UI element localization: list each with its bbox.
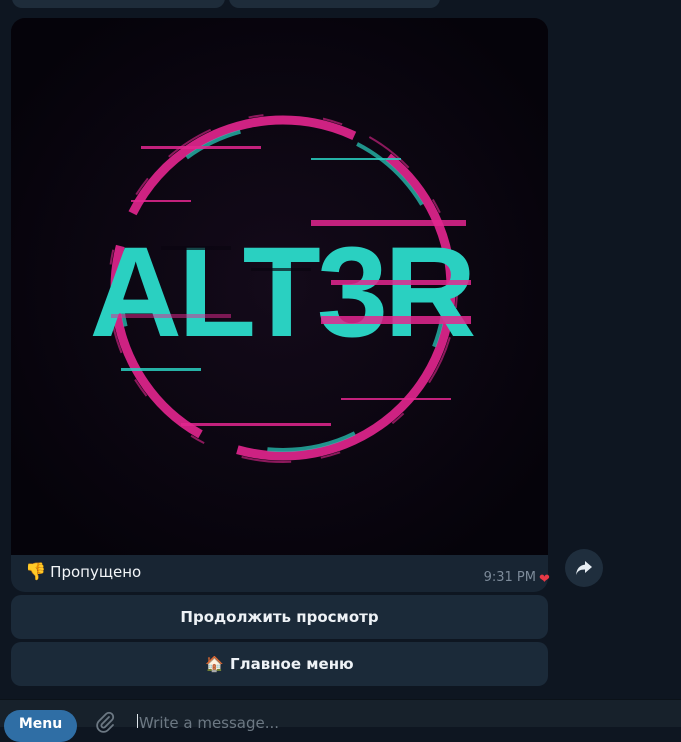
alt3r-logo-image: ALT3R — [11, 18, 548, 555]
heart-icon[interactable]: ❤ — [539, 572, 550, 587]
continue-viewing-button[interactable]: Продолжить просмотр — [11, 595, 548, 639]
bot-menu-button[interactable]: Menu — [4, 710, 77, 742]
logo-text: ALT3R — [90, 221, 475, 364]
composer-bar: Menu — [0, 699, 681, 742]
forward-button[interactable] — [565, 549, 603, 587]
message-time: 9:31 PM — [483, 570, 536, 585]
message-bubble: ALT3R 👎 Пропущено 9:31 PM — [11, 18, 548, 592]
attach-icon[interactable] — [93, 710, 117, 734]
main-menu-label: Главное меню — [230, 655, 354, 673]
house-icon: 🏠 — [205, 655, 225, 673]
continue-viewing-label: Продолжить просмотр — [180, 608, 379, 626]
forward-icon — [576, 561, 592, 575]
message-caption: 👎 Пропущено — [25, 562, 141, 582]
previous-button-left[interactable] — [12, 0, 225, 8]
thumbs-down-icon: 👎 — [25, 562, 47, 582]
message-input[interactable] — [139, 713, 539, 733]
caption-text: Пропущено — [50, 563, 142, 581]
main-menu-button[interactable]: 🏠 Главное меню — [11, 642, 548, 686]
previous-button-right[interactable] — [229, 0, 440, 8]
message-photo[interactable]: ALT3R — [11, 18, 548, 555]
